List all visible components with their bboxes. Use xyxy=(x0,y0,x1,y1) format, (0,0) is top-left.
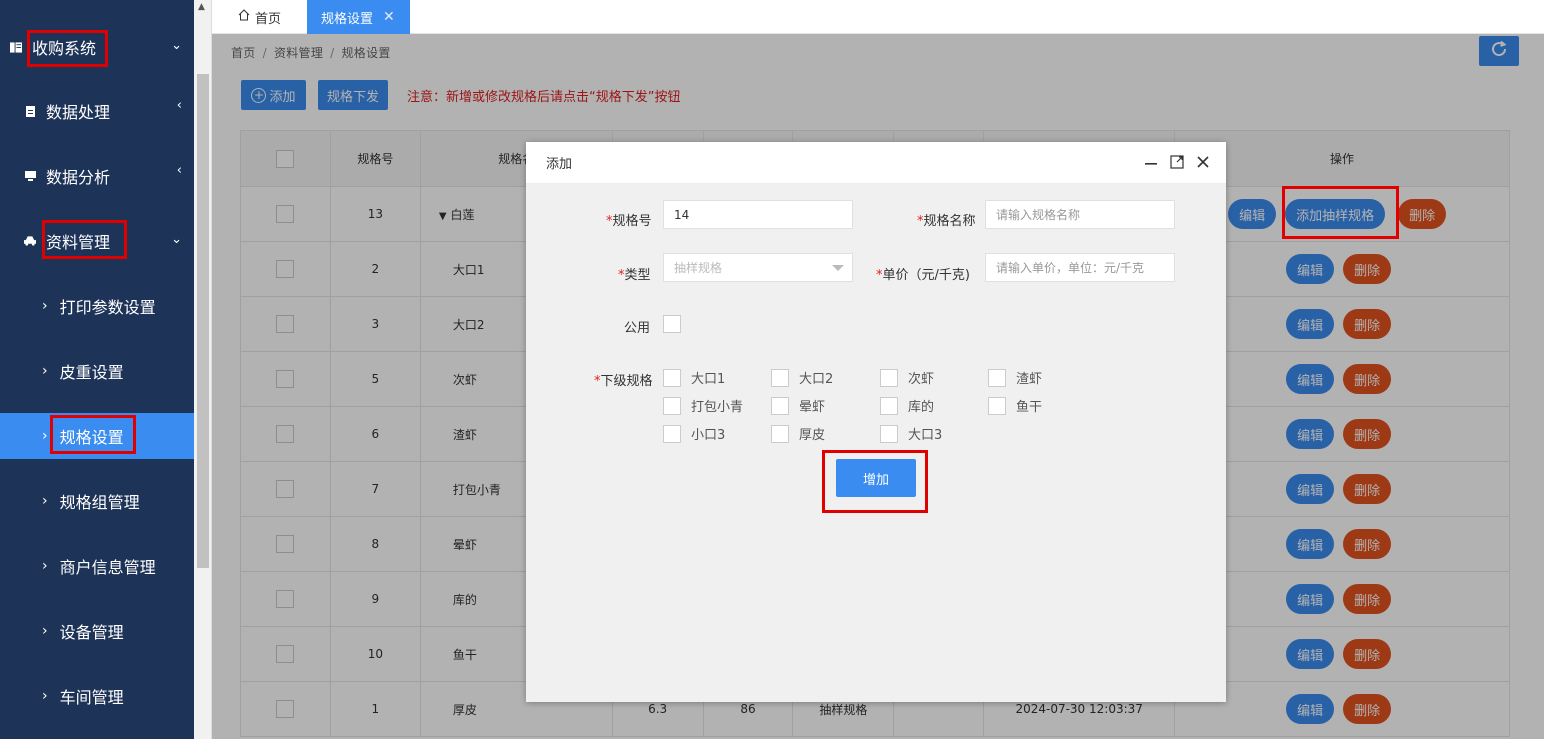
chevron-right-icon: › xyxy=(42,363,48,379)
sidebar-subitem-label: 车间管理 xyxy=(59,688,124,707)
sub-specs-label: *下级规格 xyxy=(594,374,653,389)
chevron-down-icon: ⌄ xyxy=(171,38,182,53)
code-input[interactable]: 14 xyxy=(663,200,853,229)
sidebar-scrollbar[interactable]: ▲ xyxy=(194,0,212,739)
sidebar-subitem-label: 打印参数设置 xyxy=(59,298,156,317)
sidebar-subitem-spec-groups[interactable]: › 规格组管理 xyxy=(0,478,194,524)
price-input[interactable]: 请输入单价，单位：元/千克 xyxy=(985,253,1175,282)
sidebar-item-data-analysis[interactable]: 数据分析 ‹ xyxy=(0,153,194,199)
close-icon[interactable] xyxy=(1196,154,1210,173)
type-select-value: 抽样规格 xyxy=(674,261,723,275)
tab-label: 首页 xyxy=(255,11,282,27)
sub-spec-checkbox[interactable]: 渣虾 xyxy=(988,368,1042,387)
code-label: *规格号 xyxy=(606,214,652,229)
scrollbar-thumb[interactable] xyxy=(197,74,209,568)
sidebar-item-data-processing[interactable]: 数据处理 ‹ xyxy=(0,88,194,134)
sub-spec-checkbox[interactable]: 大口3 xyxy=(880,424,942,443)
sidebar-item-label: 数据分析 xyxy=(46,168,111,187)
file-icon xyxy=(24,105,36,117)
chevron-down-icon: ⌄ xyxy=(171,232,182,247)
sub-spec-checkbox[interactable]: 库的 xyxy=(880,396,934,415)
tab-home[interactable]: 首页 xyxy=(224,0,295,34)
sidebar-subitem-workshops[interactable]: › 车间管理 xyxy=(0,673,194,719)
car-icon xyxy=(24,236,36,246)
chevron-right-icon: › xyxy=(42,428,48,444)
chevron-right-icon: › xyxy=(42,493,48,509)
public-label: 公用 xyxy=(624,321,651,336)
sub-spec-checkbox[interactable]: 大口2 xyxy=(771,368,833,387)
sidebar-subitem-spec-settings[interactable]: › 规格设置 xyxy=(0,413,194,459)
chevron-right-icon: › xyxy=(42,558,48,574)
sidebar-system[interactable]: 收购系统 ⌄ xyxy=(0,24,194,70)
sidebar-subitem-label: 商户信息管理 xyxy=(59,558,156,577)
dialog-header: 添加 xyxy=(526,142,1226,184)
book-icon xyxy=(10,41,22,53)
sidebar-subitem-label: 规格设置 xyxy=(59,428,124,447)
chevron-right-icon: › xyxy=(42,298,48,314)
chevron-left-icon: ‹ xyxy=(176,163,182,178)
sidebar-subitem-label: 皮重设置 xyxy=(59,363,124,382)
sub-spec-checkbox[interactable]: 厚皮 xyxy=(771,424,825,443)
sidebar-item-label: 数据处理 xyxy=(46,103,111,122)
sidebar-system-label: 收购系统 xyxy=(32,39,97,58)
price-label: *单价（元/千克) xyxy=(876,268,970,283)
chevron-right-icon: › xyxy=(42,688,48,704)
sidebar-subitem-tare[interactable]: › 皮重设置 xyxy=(0,348,194,394)
sidebar-subitem-print-params[interactable]: › 打印参数设置 xyxy=(0,283,194,329)
public-checkbox[interactable] xyxy=(663,315,691,333)
type-select[interactable]: 抽样规格 xyxy=(663,253,853,282)
chevron-right-icon: › xyxy=(42,623,48,639)
submit-add-button[interactable]: 增加 xyxy=(836,459,916,497)
sub-spec-checkbox[interactable]: 小口3 xyxy=(663,424,725,443)
add-spec-dialog: 添加 *规格号 14 *规格名称 请输入规格名称 *类型 抽样规格 *单价（元/… xyxy=(526,142,1226,702)
sub-spec-checkbox[interactable]: 晕虾 xyxy=(771,396,825,415)
sidebar-subitem-merchants[interactable]: › 商户信息管理 xyxy=(0,543,194,589)
dialog-controls xyxy=(1144,154,1210,173)
minimize-icon[interactable] xyxy=(1144,154,1158,173)
sidebar-subitem-label: 规格组管理 xyxy=(59,493,140,512)
name-input[interactable]: 请输入规格名称 xyxy=(985,200,1175,229)
maximize-icon[interactable] xyxy=(1170,154,1184,173)
name-label: *规格名称 xyxy=(917,214,976,229)
tab-spec-settings[interactable]: 规格设置 ✕ xyxy=(307,0,410,34)
sub-spec-checkbox[interactable]: 大口1 xyxy=(663,368,725,387)
sub-spec-checkbox[interactable]: 打包小青 xyxy=(663,396,743,415)
tab-bar: 首页 规格设置 ✕ xyxy=(212,0,1544,34)
dropdown-arrow-icon xyxy=(832,265,844,271)
scroll-up-icon[interactable]: ▲ xyxy=(198,2,205,12)
sidebar-item-label: 资料管理 xyxy=(46,233,111,252)
type-label: *类型 xyxy=(618,268,651,283)
dialog-title: 添加 xyxy=(546,157,573,172)
sidebar-subitem-devices[interactable]: › 设备管理 xyxy=(0,608,194,654)
home-icon xyxy=(238,9,250,25)
sidebar-item-data-management[interactable]: 资料管理 ⌄ xyxy=(0,218,194,264)
monitor-icon xyxy=(24,171,36,181)
sidebar-subitem-label: 设备管理 xyxy=(59,623,124,642)
chevron-left-icon: ‹ xyxy=(176,98,182,113)
sub-spec-checkbox[interactable]: 鱼干 xyxy=(988,396,1042,415)
sidebar: 收购系统 ⌄ 数据处理 ‹ 数据分析 ‹ 资料管理 ⌄ › 打印参数设置 › 皮… xyxy=(0,0,194,739)
close-icon[interactable]: ✕ xyxy=(383,9,395,25)
sub-spec-checkbox[interactable]: 次虾 xyxy=(880,368,934,387)
tab-label: 规格设置 xyxy=(321,11,374,27)
